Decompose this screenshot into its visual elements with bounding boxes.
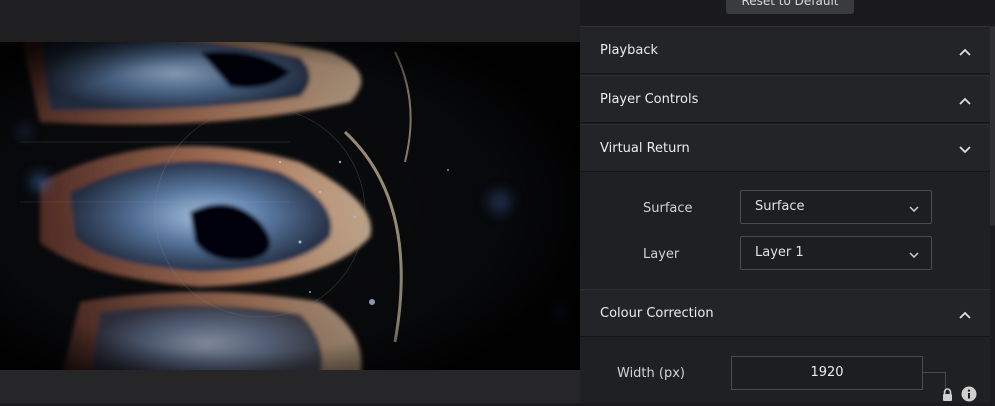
settings-panel: Reset to Default Playback Player Control…: [580, 0, 995, 403]
chevron-up-icon: [958, 290, 972, 338]
section-header-virtual-return[interactable]: Virtual Return: [580, 124, 990, 172]
reset-button-label: Reset to Default: [741, 0, 839, 8]
layer-select-value: Layer 1: [755, 245, 804, 260]
colour-correction-body: Width (px) 1920: [580, 337, 990, 403]
virtual-return-body: Surface Surface Layer Layer 1: [580, 172, 990, 289]
preview-artwork: [0, 42, 580, 370]
section-header-colour-correction[interactable]: Colour Correction: [580, 289, 990, 337]
section-header-player-controls[interactable]: Player Controls: [580, 75, 990, 123]
preview-area: [0, 0, 580, 403]
surface-label: Surface: [643, 201, 693, 216]
section-header-playback[interactable]: Playback: [580, 26, 990, 74]
section-title-player-controls: Player Controls: [600, 92, 699, 107]
chevron-up-icon: [958, 76, 972, 124]
preview-bottom-bar: [0, 370, 580, 403]
section-title-playback: Playback: [600, 43, 659, 58]
preview-top-bar: [0, 0, 580, 42]
panel-scrollbar[interactable]: [990, 26, 995, 226]
chevron-down-icon: [958, 125, 972, 173]
section-title-virtual-return: Virtual Return: [600, 141, 690, 156]
chevron-down-icon: [909, 237, 919, 269]
chevron-up-icon: [958, 27, 972, 75]
width-label: Width (px): [617, 366, 685, 381]
lock-icon[interactable]: [941, 387, 954, 406]
layer-select[interactable]: Layer 1: [740, 236, 932, 270]
video-preview[interactable]: [0, 42, 580, 370]
section-title-colour-correction: Colour Correction: [600, 306, 714, 321]
layer-label: Layer: [643, 247, 680, 262]
width-input[interactable]: 1920: [731, 356, 923, 390]
chevron-down-icon: [909, 191, 919, 223]
surface-select-value: Surface: [755, 199, 805, 214]
reset-to-default-button[interactable]: Reset to Default: [726, 0, 854, 14]
surface-select[interactable]: Surface: [740, 190, 932, 224]
info-icon[interactable]: [961, 386, 977, 406]
